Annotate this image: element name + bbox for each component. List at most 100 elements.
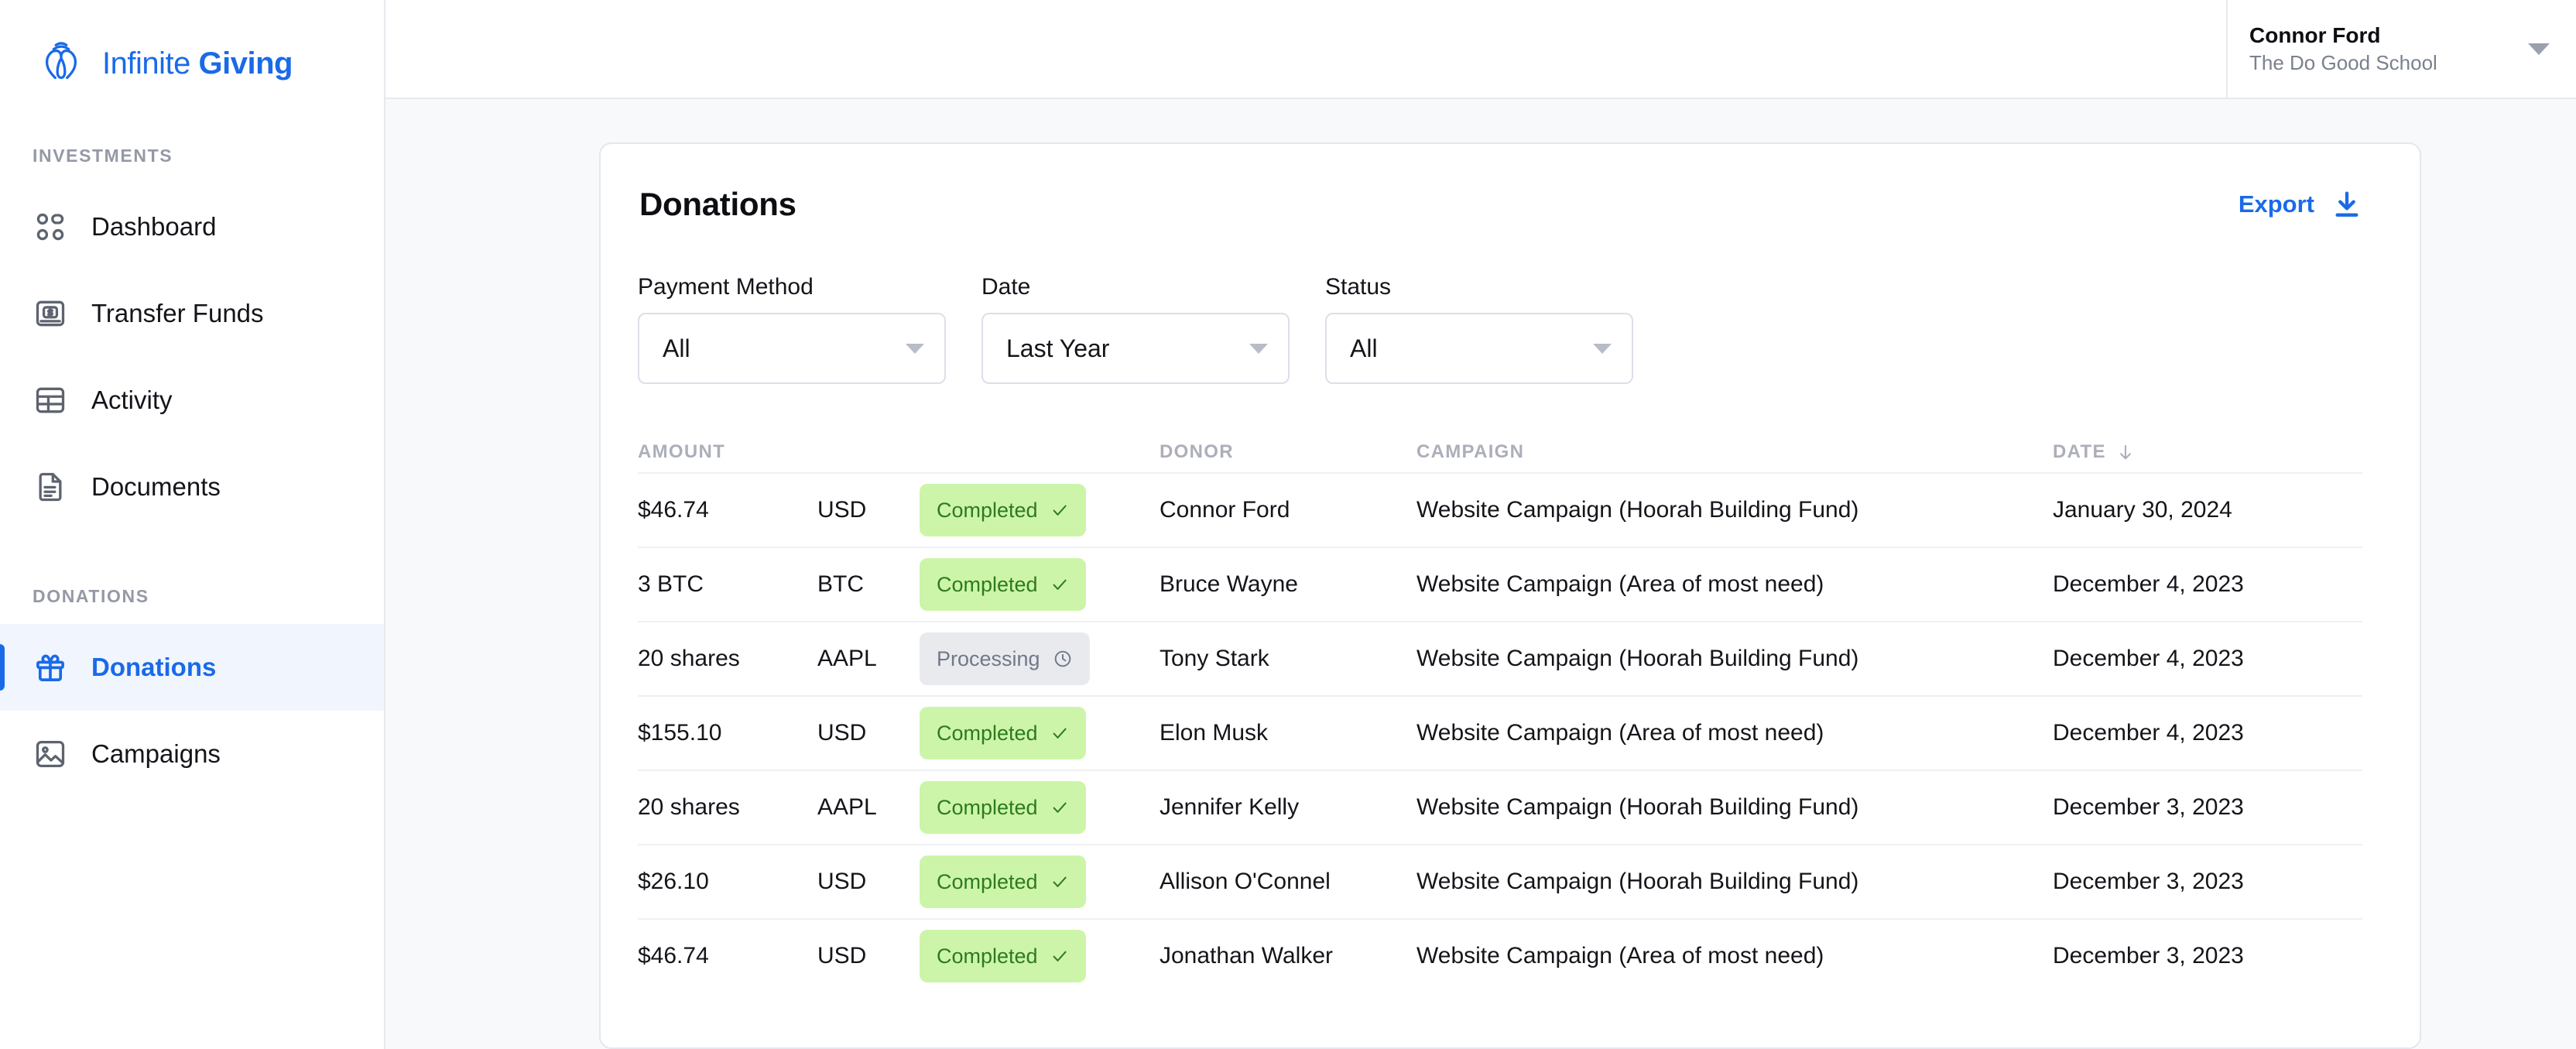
sidebar-item-dashboard[interactable]: Dashboard [0,183,384,270]
brand[interactable]: Infinite Giving [0,0,384,99]
cell-date: December 4, 2023 [2053,720,2244,746]
filter-label: Payment Method [638,274,814,300]
main-area: Connor Ford The Do Good School Donations… [385,0,2576,1049]
status-badge: Completed [920,558,1086,611]
check-icon [1050,947,1069,965]
cell-date: December 3, 2023 [2053,794,2244,820]
column-header-amount[interactable]: AMOUNT [638,441,817,463]
infinite-giving-logo-icon [37,39,85,87]
clock-icon [1053,649,1073,669]
brand-title: Infinite Giving [102,46,293,81]
cell-campaign: Website Campaign (Hoorah Building Fund) [1416,794,1859,820]
sidebar-item-campaigns[interactable]: Campaigns [0,711,384,797]
cell-date: December 3, 2023 [2053,943,2244,968]
filter-label: Status [1325,274,1392,300]
table-row[interactable]: 20 shares AAPL Processing Tony Stark Website… [638,621,2362,695]
cell-status: Completed [920,707,1160,759]
sidebar-item-documents[interactable]: Documents [0,444,384,530]
document-icon [33,469,68,505]
sidebar-section-investments-label: INVESTMENTS [33,146,173,166]
table-row[interactable]: $155.10 USD Completed Elon Musk Website Camp… [638,695,2362,770]
cell-donor: Jonathan Walker [1160,943,1334,968]
cell-amount: $155.10 [638,720,722,746]
date-select[interactable]: Last Year [981,313,1290,384]
chevron-down-icon [1593,343,1612,354]
column-header-date-label: DATE [2053,441,2106,462]
app-root: Infinite Giving INVESTMENTS Dashboard Tr… [0,0,2576,1049]
cell-amount: 3 BTC [638,571,704,597]
cell-currency: USD [817,943,867,968]
cell-status: Completed [920,781,1160,834]
table-body: $46.74 USD Completed Connor Ford Website Cam… [638,472,2362,992]
check-icon [1050,501,1069,519]
cell-date: January 30, 2024 [2053,497,2232,523]
sidebar-item-donations[interactable]: Donations [0,624,384,711]
page-title: Donations [639,186,796,222]
sidebar-item-label: Transfer Funds [91,299,264,327]
cell-donor: Elon Musk [1160,720,1269,746]
select-value: Last Year [1006,334,1110,362]
table-header-row: AMOUNT DONOR CAMPAIGN DATE [638,432,2362,472]
table-row[interactable]: $46.74 USD Completed Jonathan Walker Website… [638,918,2362,992]
content-area: Donations Export Payment Method All Date… [385,99,2576,1049]
column-header-date[interactable]: DATE [2053,441,2362,463]
cell-campaign: Website Campaign (Hoorah Building Fund) [1416,497,1859,523]
table-row[interactable]: 20 shares AAPL Completed Jennifer Kelly Webs… [638,770,2362,844]
cell-donor: Allison O'Connel [1160,869,1331,894]
check-icon [1050,798,1069,817]
download-icon [2331,189,2362,220]
arrow-down-icon [2115,442,2136,462]
cell-donor: Connor Ford [1160,497,1290,523]
filter-status: Status All [1325,274,1633,384]
cell-campaign: Website Campaign (Area of most need) [1416,943,1824,968]
filters-row: Payment Method All Date Last Year Status… [601,223,2420,384]
sidebar-item-label: Dashboard [91,212,217,241]
filter-label: Date [981,274,1031,300]
payment-method-select[interactable]: All [638,313,946,384]
gift-icon [33,650,68,685]
status-badge-label: Completed [937,572,1038,596]
status-badge: Completed [920,930,1086,982]
status-badge: Completed [920,484,1086,536]
select-value: All [1350,334,1378,362]
cell-campaign: Website Campaign (Area of most need) [1416,720,1824,746]
chevron-down-icon[interactable] [2528,43,2550,55]
cell-date: December 4, 2023 [2053,571,2244,597]
chevron-down-icon [1249,343,1268,354]
sidebar-item-activity[interactable]: Activity [0,357,384,444]
cell-currency: AAPL [817,794,877,820]
cell-currency: USD [817,869,867,894]
check-icon [1050,724,1069,742]
sidebar: Infinite Giving INVESTMENTS Dashboard Tr… [0,0,385,1049]
cell-status: Processing [920,632,1160,685]
status-badge-label: Processing [937,646,1040,670]
donations-table: AMOUNT DONOR CAMPAIGN DATE $46.74 USD Co… [601,432,2420,992]
check-icon [1050,575,1069,594]
cell-amount: 20 shares [638,794,740,820]
status-select[interactable]: All [1325,313,1633,384]
status-badge-label: Completed [937,721,1038,745]
filter-date: Date Last Year [981,274,1290,384]
user-profile-menu[interactable]: Connor Ford The Do Good School [2226,0,2576,98]
status-badge: Completed [920,855,1086,908]
status-badge: Completed [920,707,1086,759]
cell-status: Completed [920,855,1160,908]
cell-amount: 20 shares [638,646,740,671]
cell-status: Completed [920,930,1160,982]
profile-text: Connor Ford The Do Good School [2249,22,2520,76]
profile-organization: The Do Good School [2249,50,2437,74]
export-button[interactable]: Export [2239,189,2362,220]
status-badge-label: Completed [937,944,1038,968]
cell-currency: USD [817,497,867,523]
sidebar-item-label: Donations [91,653,217,681]
topbar: Connor Ford The Do Good School [385,0,2576,99]
dashboard-grid-icon [33,209,68,245]
sidebar-item-transfer-funds[interactable]: Transfer Funds [0,270,384,357]
cell-currency: USD [817,720,867,746]
column-header-donor[interactable]: DONOR [1160,441,1416,463]
table-row[interactable]: $26.10 USD Completed Allison O'Connel Websit… [638,844,2362,918]
table-row[interactable]: $46.74 USD Completed Connor Ford Website Cam… [638,472,2362,547]
table-row[interactable]: 3 BTC BTC Completed Bruce Wayne Website Camp… [638,547,2362,621]
cell-currency: BTC [817,571,864,597]
column-header-campaign[interactable]: CAMPAIGN [1416,441,2053,463]
